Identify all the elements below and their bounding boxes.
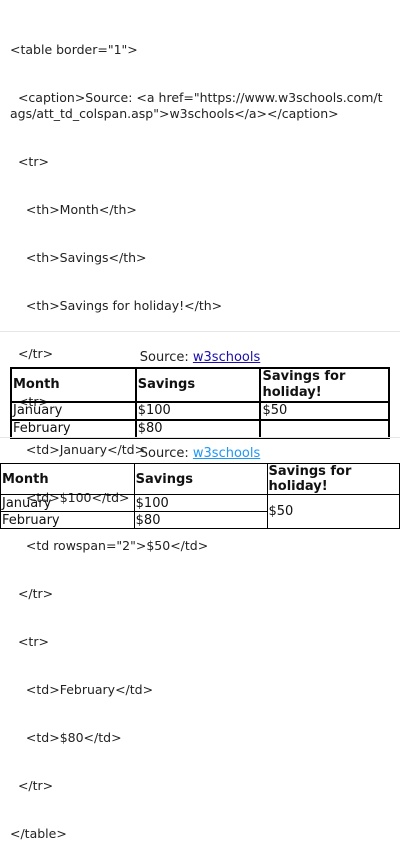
code-line: <th>Savings for holiday!</th> (10, 298, 223, 313)
w3schools-link[interactable]: w3schools (193, 446, 260, 461)
cell-month: January (11, 402, 136, 420)
code-line: <td>February</td> (10, 682, 154, 697)
table-caption: Source: w3schools (10, 350, 390, 367)
header-savings-holiday: Savings for holiday! (266, 463, 400, 495)
cell-empty (260, 420, 389, 438)
code-line: </tr> (10, 586, 54, 601)
cell-month: February (0, 511, 135, 529)
code-line: <tr> (10, 634, 49, 649)
table-header-row: Month Savings Savings for holiday! (0, 463, 400, 495)
table-row: January $100 $50 (11, 402, 389, 420)
code-line: <th>Savings</th> (10, 250, 147, 265)
code-line: <table border="1"> (10, 42, 138, 57)
header-savings-holiday: Savings for holiday! (260, 368, 389, 402)
cell-holiday-savings: $50 (260, 402, 389, 420)
cell-savings: $80 (135, 420, 261, 438)
code-line: <td>$80</td> (10, 730, 122, 745)
code-line: </table> (10, 826, 67, 841)
section-divider (0, 437, 400, 438)
header-month: Month (11, 368, 136, 402)
caption-prefix: Source: (139, 350, 193, 365)
table-header-row: Month Savings Savings for holiday! (11, 368, 389, 402)
table-row: January $100 $50 (0, 494, 400, 529)
savings-table: Source: w3schools Month Savings Savings … (10, 350, 390, 439)
rendered-table-2: Source: w3schools Month Savings Savings … (0, 446, 400, 529)
table-row: February $80 (11, 420, 389, 438)
section-divider (0, 331, 400, 332)
header-savings: Savings (135, 368, 261, 402)
caption-prefix: Source: (139, 446, 193, 461)
cell-month: January (0, 494, 135, 512)
code-line: <td rowspan="2">$50</td> (10, 538, 209, 553)
header-month: Month (0, 463, 135, 495)
code-line: </tr> (10, 778, 54, 793)
savings-table-rowspan: Source: w3schools Month Savings Savings … (0, 446, 400, 529)
cell-month: February (11, 420, 136, 438)
code-line: <tr> (10, 154, 49, 169)
cell-savings: $80 (133, 511, 268, 529)
code-line: <th>Month</th> (10, 202, 137, 217)
cell-savings: $100 (135, 402, 261, 420)
rendered-table-1: Source: w3schools Month Savings Savings … (10, 350, 390, 439)
table-caption: Source: w3schools (0, 446, 400, 463)
cell-holiday-savings: $50 (266, 494, 400, 529)
cell-savings: $100 (133, 494, 268, 512)
code-line: <caption>Source: <a href="https://www.w3… (10, 90, 383, 121)
w3schools-link[interactable]: w3schools (193, 350, 260, 365)
header-savings: Savings (133, 463, 268, 495)
